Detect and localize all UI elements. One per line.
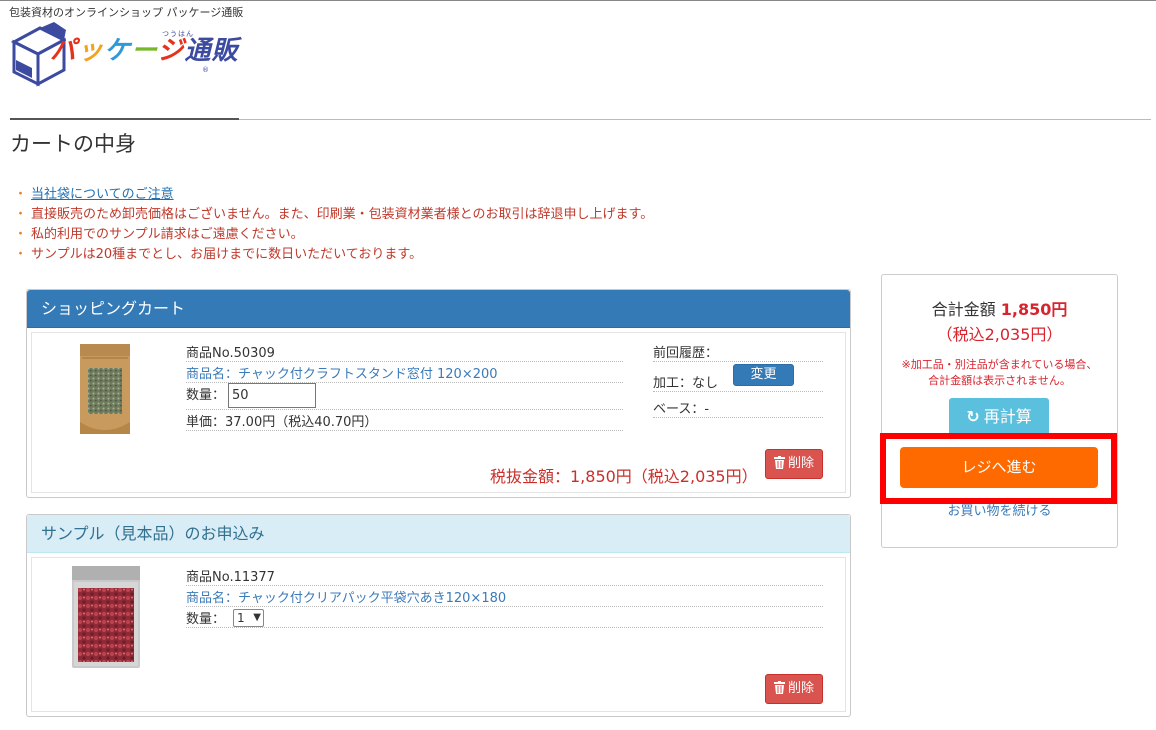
item-subtotal: 税抜金額：1,850円（税込2,035円） (490, 467, 758, 486)
kraft-pouch-image[interactable] (72, 342, 138, 438)
delete-cart-item-button[interactable]: 削除 (765, 449, 823, 479)
delete-label: 削除 (787, 456, 814, 471)
sample-product-name-link[interactable]: 商品名：チャック付クリアパック平袋穴あき120×180 (186, 587, 823, 607)
page-title: カートの中身 (10, 132, 136, 156)
quantity-input[interactable] (228, 383, 316, 408)
base-status: ベース：- (653, 398, 823, 418)
site-tagline: 包装資材のオンラインショップ パッケージ通販 (9, 6, 244, 19)
notice-item: ・直接販売のため卸売価格はございません。また、印刷業・包装資材業者様とのお取引は… (14, 205, 653, 225)
trash-icon (773, 681, 785, 694)
bullet-icon: ・ (14, 227, 28, 242)
sample-product-number: 商品No.11377 (186, 566, 823, 586)
total-tax-included: （税込2,035円） (936, 325, 1063, 344)
total-amount: 合計金額 1,850円 (881, 296, 1118, 320)
bullet-icon: ・ (14, 207, 28, 222)
checkout-button[interactable]: レジへ進む (900, 447, 1098, 488)
total-note: ※加工品・別注品が含まれている場合、合計金額は表示されません。 (901, 358, 1098, 387)
trash-icon (773, 456, 785, 469)
delete-sample-item-button[interactable]: 削除 (765, 674, 823, 704)
site-logo[interactable]: パッケージ通販 つうはん ® (10, 20, 238, 90)
unit-price: 単価：37.00円（税込40.70円） (186, 411, 623, 431)
recalc-label: 再計算 (983, 407, 1032, 426)
title-underline (10, 118, 239, 120)
bag-notice-link[interactable]: 当社袋についてのご注意 (31, 187, 174, 202)
sample-quantity-select[interactable]: 1 ▼ (233, 609, 264, 627)
clear-pouch-image[interactable] (70, 564, 142, 670)
product-number: 商品No.50309 (186, 342, 623, 362)
notice-item: ・サンプルは20種までとし、お届けまでに数日いただいております。 (14, 245, 653, 265)
delete-label: 削除 (787, 681, 814, 696)
title-divider (239, 119, 1151, 120)
change-processing-button[interactable]: 変更 (733, 364, 794, 386)
notice-text: サンプルは20種までとし、お届けまでに数日いただいております。 (31, 247, 423, 262)
product-name-link[interactable]: 商品名：チャック付クラフトスタンド窓付 120×200 (186, 363, 623, 383)
cart-panel-heading: ショッピングカート (27, 290, 850, 328)
logo-registered: ® (202, 66, 209, 74)
chevron-down-icon: ▼ (253, 612, 261, 623)
notice-item: ・私的利用でのサンプル請求はご遠慮ください。 (14, 225, 653, 245)
previous-history: 前回履歴： (653, 342, 823, 362)
sample-quantity-label: 数量： (186, 608, 823, 628)
logo-wordmark: パッケージ通販 (50, 36, 239, 66)
sample-quantity-value: 1 (237, 611, 245, 625)
sample-panel-heading: サンプル（見本品）のお申込み (27, 515, 850, 553)
notice-item: ・当社袋についてのご注意 (14, 185, 653, 205)
notice-text: 私的利用でのサンプル請求はご遠慮ください。 (31, 227, 304, 242)
refresh-icon: ↻ (966, 407, 980, 426)
notice-text: 直接販売のため卸売価格はございません。また、印刷業・包装資材業者様とのお取引は辞… (31, 207, 654, 222)
top-border (0, 0, 1156, 1)
bullet-icon: ・ (14, 187, 28, 202)
recalculate-button[interactable]: ↻ 再計算 (949, 398, 1049, 436)
notice-list: ・当社袋についてのご注意 ・直接販売のため卸売価格はございません。また、印刷業・… (14, 185, 653, 265)
total-label: 合計金額 (931, 300, 996, 319)
total-value: 1,850円 (1000, 300, 1068, 319)
bullet-icon: ・ (14, 247, 28, 262)
logo-ruby: つうはん (162, 30, 194, 38)
